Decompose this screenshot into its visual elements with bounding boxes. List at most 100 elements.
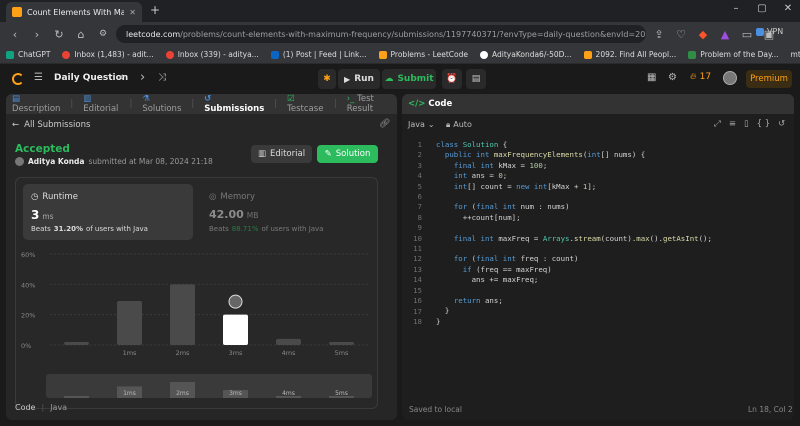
back-icon[interactable]: ‹ (6, 25, 24, 43)
shuffle-icon[interactable]: ⤨ (158, 72, 166, 83)
share-icon[interactable]: ⇪ (650, 25, 668, 43)
editorial-button[interactable]: ▥ Editorial (251, 145, 312, 163)
code-line: } (436, 316, 441, 326)
y-tick-label: 20% (21, 312, 35, 320)
code-line: final int kMax = 100; (453, 160, 548, 170)
avatar[interactable] (723, 71, 737, 85)
reload-icon[interactable]: ↻ (50, 25, 68, 43)
gmail-icon (62, 50, 71, 59)
book-icon: ▥ (257, 149, 266, 159)
next-problem-icon[interactable]: › (140, 70, 145, 85)
minimap-bar (64, 396, 89, 398)
bookmark-item[interactable]: AdityaKonda6/-50D... (480, 50, 572, 59)
chatgpt-icon (6, 50, 14, 59)
vpn-button[interactable]: VPN (756, 27, 783, 36)
tab-testcase[interactable]: ☑ Testcase (287, 94, 324, 114)
bookmark-item[interactable]: mtabtechnology.zo... (791, 50, 800, 59)
leetcode-favicon-icon (12, 7, 22, 17)
checkbox-icon: ☑ (287, 94, 295, 104)
bookmark-item[interactable]: (1) Post | Feed | Link... (270, 50, 367, 59)
bookmark-item[interactable]: Problem of the Day... (688, 50, 779, 59)
x-tick-label: 4ms (282, 349, 296, 357)
arrow-left-icon: ← (12, 120, 20, 130)
tab-solutions[interactable]: ⚗ Solutions (142, 94, 181, 114)
close-tab-icon[interactable]: ✕ (129, 8, 136, 17)
code-tab[interactable]: </> Code (408, 99, 452, 109)
braces-icon[interactable]: { } (757, 119, 771, 129)
link-icon[interactable]: 🔗︎ (379, 119, 390, 129)
rewards-icon[interactable]: ▲ (716, 25, 734, 43)
reset-icon[interactable]: ↺ (778, 119, 785, 129)
bookmark-item[interactable]: 2092. Find All Peopl... (583, 50, 676, 59)
tab-divider: | (333, 99, 337, 109)
tab-title: Count Elements With Maximum (27, 7, 125, 17)
code-line: ans += maxFreq; (436, 275, 539, 285)
browser-tab[interactable]: Count Elements With Maximum ✕ (6, 2, 142, 22)
gmail-icon (165, 50, 174, 59)
runtime-box[interactable]: ◷ Runtime 3 ms Beats 31.20% of users with… (23, 184, 193, 240)
url-field[interactable]: leetcode.com /problems/count-elements-wi… (116, 25, 646, 43)
bookmark-item[interactable]: Inbox (1,483) - adit... (62, 50, 154, 59)
close-window-icon[interactable]: ✕ (778, 3, 798, 14)
minimize-icon[interactable]: – (726, 3, 746, 14)
home-icon[interactable]: ⌂ (72, 25, 90, 43)
line-number-gutter: 1 2 3 4 5 6 7 8 9 10 11 12 13 14 15 16 17 18 (402, 140, 422, 327)
streak-counter[interactable]: 🔥︎ 17 (690, 72, 711, 82)
line-number: 8 (417, 212, 422, 222)
flask-icon: ⚗ (142, 94, 150, 104)
code-header: </> Code (402, 94, 794, 114)
x-tick-label: 2ms (176, 349, 190, 357)
runtime-label-row: ◷ Runtime (31, 192, 78, 202)
tab-editorial[interactable]: ▥ Editorial (83, 94, 119, 114)
new-tab-button[interactable]: + (150, 3, 160, 17)
notes-button[interactable]: ▤ (466, 69, 486, 89)
leetcode-logo-icon[interactable] (12, 73, 24, 85)
layout-icon[interactable]: ▦ (647, 72, 656, 83)
submit-button[interactable]: ☁ Submit (382, 69, 436, 89)
user-avatar-marker (228, 294, 243, 309)
status-accepted: Accepted (15, 143, 70, 155)
bookmark-icon[interactable]: ♡ (672, 25, 690, 43)
bar-highlight (223, 314, 248, 345)
run-button[interactable]: ▶ Run (338, 69, 380, 89)
line-number: 15 (413, 285, 422, 295)
premium-button[interactable]: Premium (746, 70, 792, 88)
daily-question-title[interactable]: Daily Question (54, 73, 128, 83)
maximize-icon[interactable]: ▢ (752, 3, 772, 14)
bookmark-item[interactable]: Problems - LeetCode (378, 50, 468, 59)
submitter-name[interactable]: Aditya Konda (28, 157, 85, 166)
debug-button[interactable]: ✱ (318, 69, 336, 89)
timer-button[interactable]: ⏰ (442, 69, 462, 89)
gfg-icon (688, 50, 697, 59)
solution-button[interactable]: ✎ Solution (317, 145, 378, 163)
tab-test-result[interactable]: ›_ Test Result (347, 94, 391, 114)
bookmark-item[interactable]: ChatGPT (6, 50, 50, 59)
tab-description[interactable]: ▤ Description (12, 94, 60, 114)
sidebar-icon[interactable]: ▭ (738, 25, 756, 43)
tab-submissions[interactable]: ↺ Submissions (204, 94, 264, 114)
minimap-label: 1ms (123, 390, 136, 397)
fullscreen-icon[interactable]: ⤢ (714, 119, 721, 129)
format-icon[interactable]: ≡ (729, 119, 736, 129)
memory-box[interactable]: ◎ Memory 42.00 MB Beats 88.71% of users w… (201, 184, 371, 240)
cursor-position: Ln 18, Col 2 (748, 405, 793, 414)
language-select[interactable]: Java ⌄ (408, 120, 435, 129)
bookmark-item[interactable]: Inbox (339) - aditya... (165, 50, 259, 59)
prev-problem-icon[interactable]: ‹ (119, 70, 124, 85)
bookmark-icon[interactable]: ▯ (744, 119, 749, 129)
settings-icon[interactable]: ⚙ (668, 72, 677, 83)
problem-list-icon[interactable]: ☰ (34, 72, 43, 83)
line-number: 13 (413, 264, 422, 274)
streak-count: 17 (699, 72, 712, 82)
all-submissions-link[interactable]: ← All Submissions (12, 120, 90, 130)
runtime-beats: Beats 31.20% of users with Java (31, 225, 148, 233)
line-number: 16 (413, 296, 422, 306)
code-body[interactable]: class Solution { public int maxFrequency… (436, 140, 712, 327)
extension-icon[interactable]: ◆ (694, 25, 712, 43)
line-number: 18 (413, 316, 422, 326)
forward-icon[interactable]: › (28, 25, 46, 43)
site-settings-icon[interactable]: ⚙ (94, 25, 112, 43)
autocomplete-toggle[interactable]: 🔒︎ Auto (446, 120, 472, 130)
terminal-icon: ›_ (346, 94, 355, 104)
